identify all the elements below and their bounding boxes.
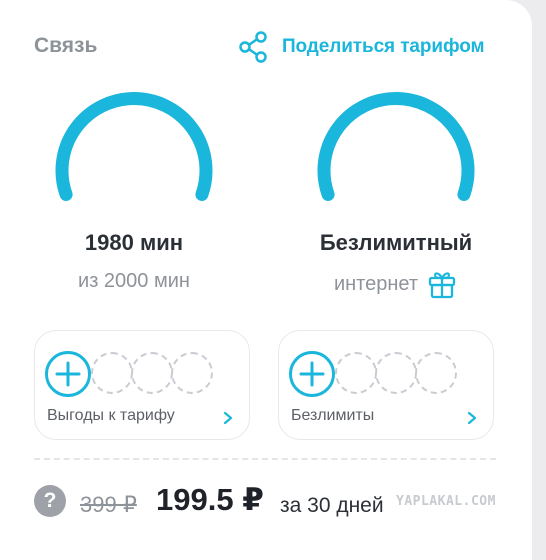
minutes-gauge-arc (55, 92, 213, 201)
empty-slot (131, 352, 173, 394)
old-price: 399 ₽ (80, 492, 137, 517)
empty-slot (415, 352, 457, 394)
gift-icon[interactable] (426, 268, 458, 300)
internet-label: интернет (296, 268, 496, 300)
empty-slot (171, 352, 213, 394)
addon-card-benefits[interactable]: Выгоды к тарифу (34, 330, 250, 440)
minutes-total: из 2000 мин (34, 270, 234, 293)
minutes-gauge (55, 92, 213, 201)
add-unlimited-button[interactable] (289, 351, 335, 397)
section-title: Связь (34, 34, 98, 57)
new-price: 199.5 ₽ (156, 482, 264, 517)
empty-slot (91, 352, 133, 394)
question-icon[interactable]: ? (34, 485, 66, 517)
chevron-right-icon (223, 411, 233, 425)
plus-icon (55, 361, 81, 387)
watermark: YAPLAKAL.COM (396, 494, 496, 509)
internet-gauge (317, 92, 475, 201)
add-benefit-button[interactable] (45, 351, 91, 397)
divider (34, 458, 496, 460)
share-icon (239, 31, 267, 63)
benefits-label: Выгоды к тарифу (47, 407, 175, 424)
empty-slot (375, 352, 417, 394)
internet-label-text: интернет (333, 272, 419, 295)
unlimited-label: Безлимиты (291, 407, 375, 424)
chevron-right-icon (467, 411, 477, 425)
minutes-total-text: из 2000 мин (78, 270, 190, 292)
internet-gauge-arc (317, 92, 475, 201)
price-period: за 30 дней (280, 494, 384, 517)
share-tariff-label: Поделиться тарифом (282, 36, 485, 57)
tariff-card: Связь Поделиться тарифом 1980 мин из 200… (0, 0, 532, 560)
plus-icon (299, 361, 325, 387)
empty-slot (335, 352, 377, 394)
addon-card-unlimited[interactable]: Безлимиты (278, 330, 494, 440)
minutes-remaining: 1980 мин (84, 230, 184, 255)
share-tariff-link[interactable]: Поделиться тарифом (236, 30, 485, 64)
internet-status: Безлимитный (319, 230, 473, 255)
